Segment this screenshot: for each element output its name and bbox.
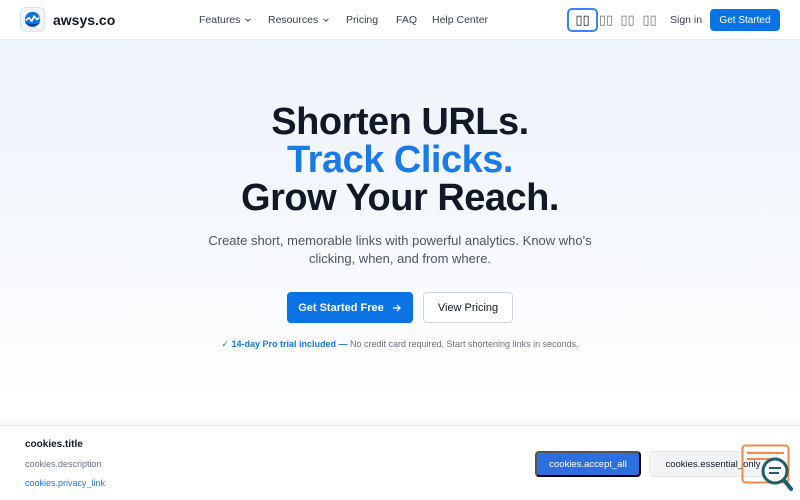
document-search-icon [741,444,793,491]
get-started-free-button[interactable]: Get Started Free [287,292,413,323]
language-option[interactable]: ▯▯ [619,8,636,32]
brand-wave-icon [20,7,45,32]
nav-resources-label: Resources [268,14,319,26]
nav-faq-label: FAQ [396,14,418,26]
cookie-title: cookies.title [25,439,83,450]
hero-headline-line-2: Track Clicks. [287,139,513,181]
help-search-widget[interactable] [741,444,793,492]
get-started-button[interactable]: Get Started [710,9,780,31]
cookie-privacy-link[interactable]: cookies.privacy_link [25,478,105,488]
check-icon: ✓ [221,339,229,349]
hero-headline-line-3: Grow Your Reach. [241,177,559,219]
chevron-down-icon [245,18,252,22]
language-option[interactable]: ▯▯ [641,8,658,32]
cookie-banner: cookies.title cookies.description cookie… [0,425,800,500]
top-navbar: awsys.co Features Resources Pricing FAQ … [0,0,800,40]
nav-resources[interactable]: Resources [268,14,330,26]
trial-note-rest: No credit card required. Start shortenin… [347,339,579,349]
nav-features[interactable]: Features [199,14,252,26]
nav-help-center-label: Help Center [432,14,489,26]
chevron-down-icon [323,18,329,22]
hero-subtitle: Create short, memorable links with power… [208,233,592,266]
get-started-free-label: Get Started Free [298,301,384,314]
nav-pricing[interactable]: Pricing [346,14,378,26]
nav-features-label: Features [199,14,241,26]
view-pricing-button[interactable]: View Pricing [423,292,513,323]
language-option-active[interactable]: ▯▯ [567,8,598,32]
nav-faq[interactable]: FAQ [396,14,417,26]
arrow-right-icon [392,304,401,311]
brand-logo[interactable]: awsys.co [20,7,115,32]
brand-name: awsys.co [53,11,116,28]
cookie-description: cookies.description [25,459,102,469]
nav-help-center[interactable]: Help Center [432,14,488,26]
language-option[interactable]: ▯▯ [598,8,614,32]
hero-headline-line-1: Shorten URLs. [271,101,529,143]
cookie-accept-all-button[interactable]: cookies.accept_all [535,451,641,477]
nav-pricing-label: Pricing [346,14,379,26]
sign-in-link[interactable]: Sign in [670,14,702,26]
trial-note: ✓ 14-day Pro trial included — No credit … [0,339,800,350]
trial-highlight: 14-day Pro trial included — [231,339,348,349]
